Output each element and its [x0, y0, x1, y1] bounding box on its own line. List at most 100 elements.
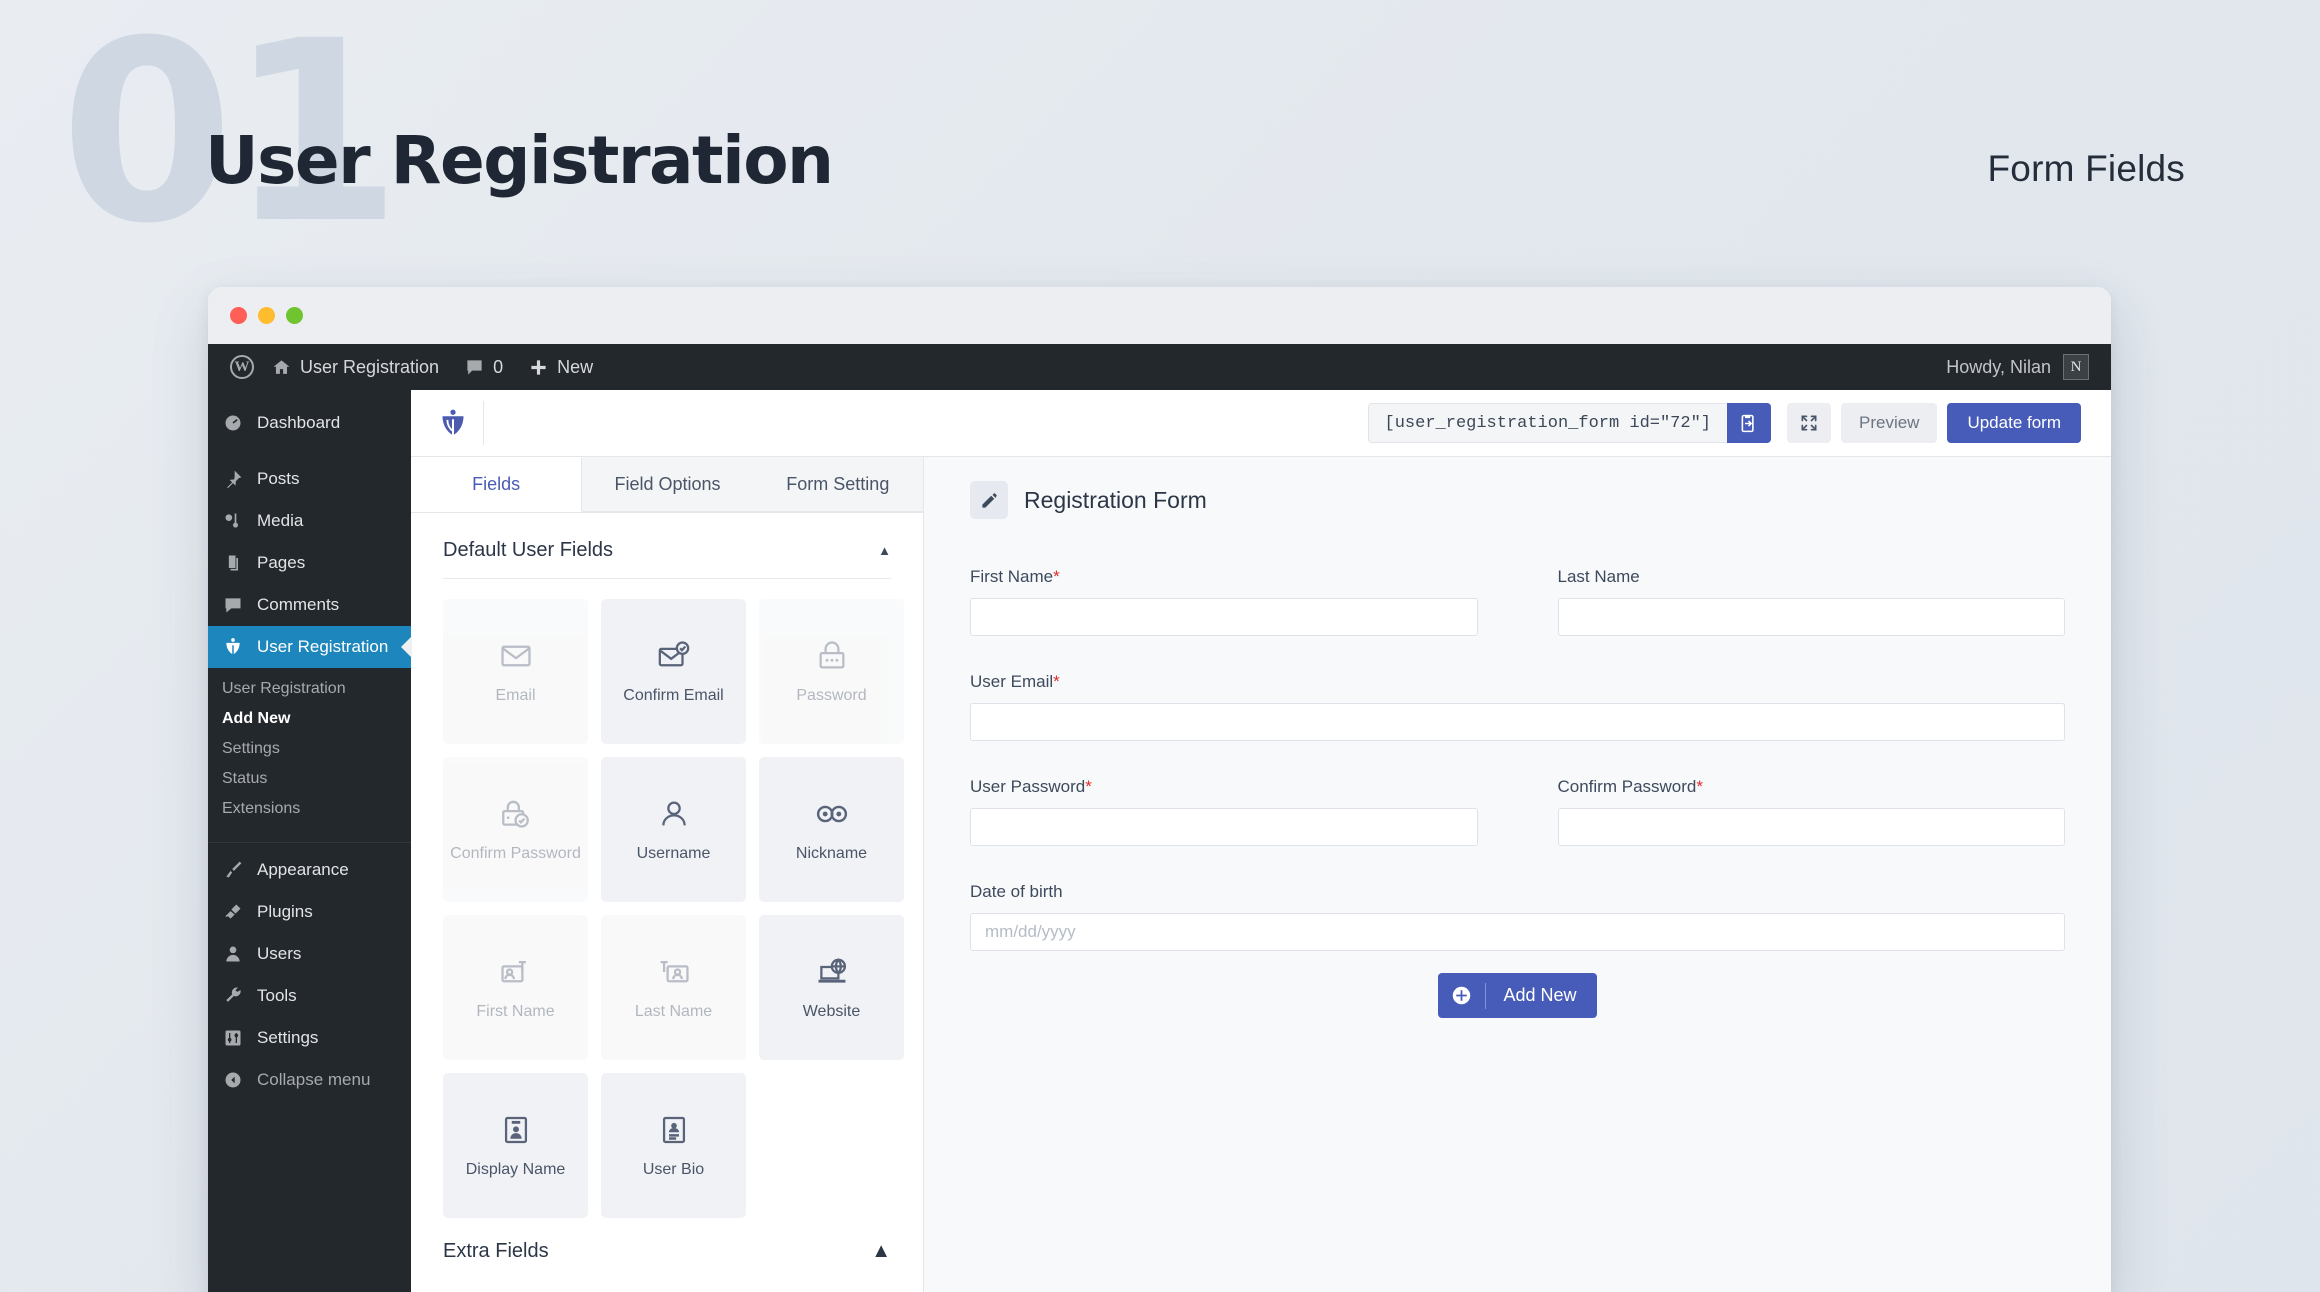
maximize-window-button[interactable] — [286, 307, 303, 324]
sidebar-item-label: Tools — [257, 986, 297, 1005]
field-card-display-name[interactable]: Display Name — [443, 1073, 588, 1218]
form-row: First Name* Last Name — [970, 567, 2065, 636]
sidebar-item-label: Comments — [257, 595, 340, 614]
field-card-first-name[interactable]: First Name — [443, 915, 588, 1060]
lock-icon — [815, 639, 849, 673]
sidebar-subitem-status[interactable]: Status — [208, 764, 411, 794]
field-card-label: First Name — [476, 1002, 555, 1020]
sidebar-item-users[interactable]: Users — [208, 933, 411, 975]
plus-icon — [529, 358, 548, 377]
field-card-label: User Bio — [642, 1160, 705, 1178]
account-menu[interactable]: Howdy, Nilan N — [1946, 354, 2089, 380]
new-content-link[interactable]: New — [529, 357, 593, 378]
sidebar-subitem-label: Add New — [222, 710, 291, 727]
tab-field-options[interactable]: Field Options — [582, 457, 753, 512]
sidebar-item-media[interactable]: Media — [208, 500, 411, 542]
add-new-button[interactable]: Add New — [1438, 973, 1597, 1018]
sidebar-item-pages[interactable]: Pages — [208, 542, 411, 584]
preview-button[interactable]: Preview — [1840, 403, 1938, 443]
confirm-password-input[interactable] — [1557, 808, 2065, 846]
form-field-first-name: First Name* — [970, 567, 1478, 636]
field-card-username[interactable]: Username — [601, 757, 746, 902]
expand-icon — [1799, 413, 1819, 433]
site-name-link[interactable]: User Registration — [272, 357, 439, 378]
first-name-input[interactable] — [970, 598, 1478, 636]
sidebar-item-label: Collapse menu — [257, 1070, 371, 1089]
last-name-input[interactable] — [1557, 598, 2065, 636]
sidebar-item-label: Media — [257, 511, 304, 530]
close-window-button[interactable] — [230, 307, 247, 324]
field-card-email[interactable]: Email — [443, 599, 588, 744]
sidebar-item-settings[interactable]: Settings — [208, 1017, 411, 1059]
form-field-user-email: User Email* — [970, 672, 2065, 741]
sidebar-item-label: Plugins — [257, 902, 313, 921]
field-card-user-bio[interactable]: User Bio — [601, 1073, 746, 1218]
sidebar-subitem-label: Extensions — [222, 800, 301, 817]
wordpress-logo-menu[interactable]: W — [230, 355, 254, 379]
update-form-label: Update form — [1967, 413, 2061, 432]
comments-link[interactable]: 0 — [465, 357, 503, 378]
sidebar-collapse-menu[interactable]: Collapse menu — [208, 1059, 411, 1101]
sidebar-item-comments[interactable]: Comments — [208, 584, 411, 626]
banner-subtitle: Form Fields — [1987, 148, 2185, 189]
form-field-user-password: User Password* — [970, 777, 1478, 846]
page-title: User Registration — [205, 122, 834, 199]
preview-label: Preview — [1858, 413, 1920, 432]
required-marker: * — [1696, 777, 1703, 796]
section-title: Default User Fields — [443, 539, 614, 561]
default-user-fields-header[interactable]: Default User Fields ▲ — [411, 513, 923, 578]
minimize-window-button[interactable] — [258, 307, 275, 324]
form-field-last-name: Last Name — [1557, 567, 2065, 636]
chevron-up-icon[interactable]: ▲ — [878, 543, 891, 558]
fields-panel: Fields Field Options Form Setting Defaul… — [411, 457, 924, 1292]
shortcode-field[interactable]: [user_registration_form id="72"] — [1367, 403, 1727, 443]
site-name-label: User Registration — [300, 356, 440, 377]
expand-preview-button[interactable] — [1786, 403, 1831, 443]
sidebar-subitem-settings[interactable]: Settings — [208, 734, 411, 764]
chevron-up-icon[interactable]: ▲ — [871, 1240, 891, 1263]
sidebar-subitem-label: User Registration — [222, 680, 346, 697]
sidebar-subitem-add-new[interactable]: Add New — [208, 704, 411, 734]
settings-icon — [222, 1027, 244, 1049]
tab-fields[interactable]: Fields — [411, 457, 583, 512]
field-card-nickname[interactable]: Nickname — [759, 757, 904, 902]
sidebar-item-label: User Registration — [257, 637, 389, 656]
user-password-input[interactable] — [970, 808, 1478, 846]
date-of-birth-input[interactable]: mm/dd/yyyy — [970, 913, 2065, 951]
form-builder-toolbar: [user_registration_form id="72"] Preview… — [411, 390, 2111, 457]
field-card-confirm-email[interactable]: Confirm Email — [601, 599, 746, 744]
user-icon — [222, 943, 244, 965]
sidebar-divider — [208, 444, 411, 458]
sidebar-item-dashboard[interactable]: Dashboard — [208, 402, 411, 444]
field-card-last-name[interactable]: Last Name — [601, 915, 746, 1060]
sidebar-item-tools[interactable]: Tools — [208, 975, 411, 1017]
field-card-label: Last Name — [634, 1002, 713, 1020]
sidebar-subitem-extensions[interactable]: Extensions — [208, 794, 411, 824]
extra-fields-header[interactable]: Extra Fields ▲ — [411, 1218, 923, 1277]
field-card-website[interactable]: Website — [759, 915, 904, 1060]
copy-shortcode-button[interactable] — [1726, 403, 1771, 443]
tab-form-setting[interactable]: Form Setting — [752, 457, 923, 512]
wrench-icon — [222, 985, 244, 1007]
id-card-last-icon — [657, 955, 691, 989]
field-card-password[interactable]: Password — [759, 599, 904, 744]
user-email-input[interactable] — [970, 703, 2065, 741]
form-field-confirm-password: Confirm Password* — [1557, 777, 2065, 846]
sidebar-item-posts[interactable]: Posts — [208, 458, 411, 500]
sidebar-item-appearance[interactable]: Appearance — [208, 849, 411, 891]
sidebar-item-label: Pages — [257, 553, 306, 572]
pages-icon — [222, 552, 244, 574]
sidebar-item-plugins[interactable]: Plugins — [208, 891, 411, 933]
update-form-button[interactable]: Update form — [1947, 403, 2081, 443]
sidebar-item-label: Posts — [257, 469, 300, 488]
sidebar-subitem-user-registration[interactable]: User Registration — [208, 674, 411, 704]
globe-laptop-icon — [815, 955, 849, 989]
field-card-confirm-password[interactable]: Confirm Password — [443, 757, 588, 902]
edit-form-name-button[interactable] — [970, 481, 1008, 519]
sidebar-item-label: Dashboard — [257, 413, 341, 432]
sidebar-divider — [208, 842, 411, 843]
add-new-row: Add New — [970, 973, 2065, 1018]
field-label: First Name* — [970, 567, 1060, 586]
sidebar-item-user-registration[interactable]: User Registration — [208, 626, 411, 668]
field-card-label: Password — [796, 686, 867, 704]
